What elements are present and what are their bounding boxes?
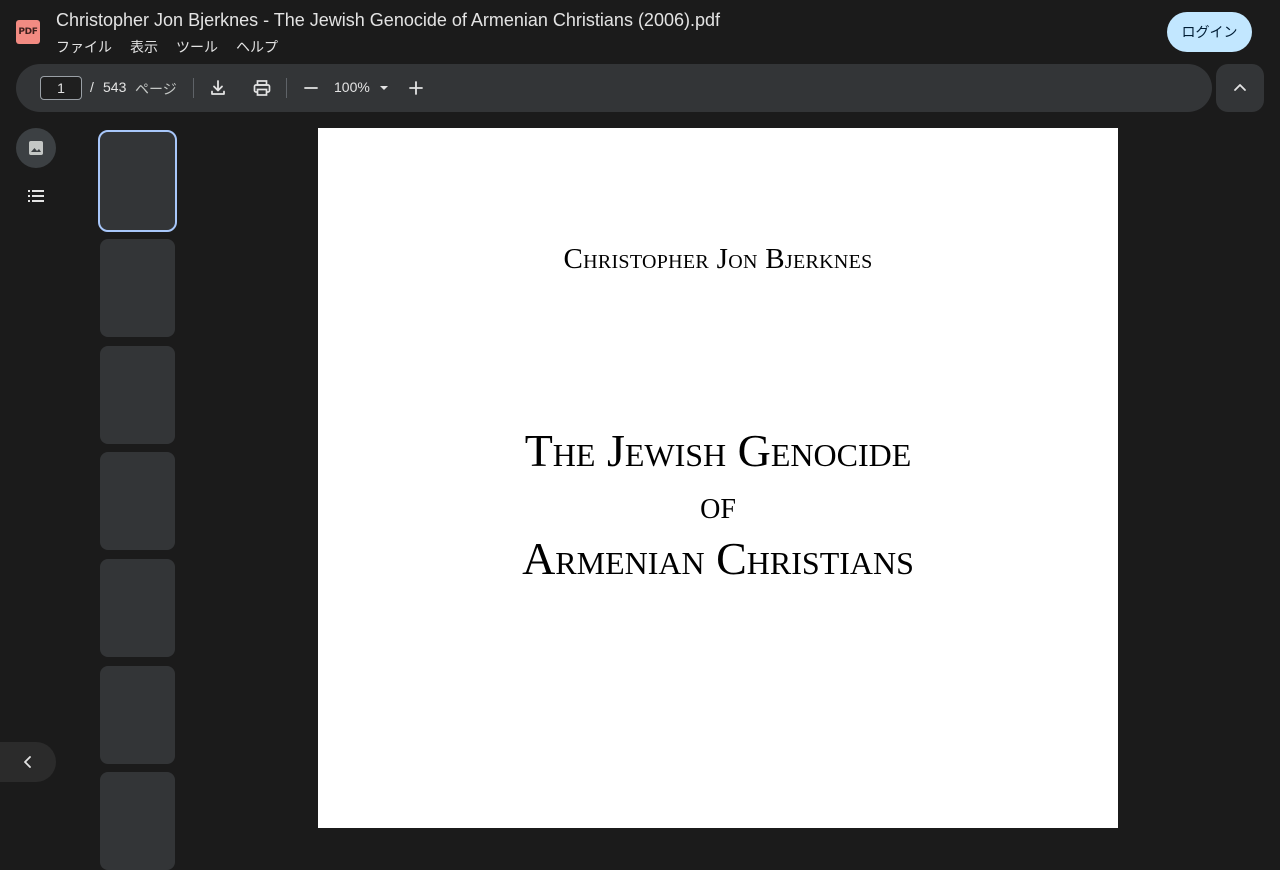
print-button[interactable] bbox=[246, 72, 278, 104]
title-line: Armenian Christians bbox=[522, 533, 914, 584]
zoom-level[interactable]: 100% bbox=[334, 79, 370, 95]
page-thumbnail[interactable] bbox=[100, 559, 175, 657]
download-icon bbox=[211, 80, 225, 95]
list-icon bbox=[28, 190, 44, 202]
toolbar-divider bbox=[193, 78, 194, 98]
app-header: PDF Christopher Jon Bjerknes - The Jewis… bbox=[0, 0, 1280, 64]
chevron-up-icon bbox=[1234, 84, 1246, 91]
menu-bar: ファイル 表示 ツール ヘルプ bbox=[56, 37, 287, 57]
page-thumbnail[interactable] bbox=[100, 346, 175, 444]
pdf-app-icon: PDF bbox=[16, 20, 40, 44]
page-thumbnail[interactable] bbox=[100, 452, 175, 550]
menu-tools[interactable]: ツール bbox=[167, 37, 227, 57]
page-separator: / bbox=[90, 79, 94, 95]
pdf-toolbar: / 543 ページ 100% bbox=[16, 64, 1212, 112]
outline-view-button[interactable] bbox=[16, 176, 56, 216]
menu-help[interactable]: ヘルプ bbox=[227, 37, 287, 57]
title-line: of bbox=[700, 482, 736, 527]
print-icon bbox=[253, 80, 271, 96]
plus-icon bbox=[409, 81, 423, 95]
menu-view[interactable]: 表示 bbox=[121, 37, 167, 57]
thumbnails-view-button[interactable] bbox=[16, 128, 56, 168]
image-icon bbox=[29, 141, 43, 155]
document-title: Christopher Jon Bjerknes - The Jewish Ge… bbox=[56, 10, 720, 30]
document-book-title: The Jewish Genocide of Armenian Christia… bbox=[318, 424, 1118, 586]
page-number-input[interactable] bbox=[40, 76, 82, 100]
page-thumbnail[interactable] bbox=[100, 772, 175, 870]
page-thumbnail[interactable] bbox=[100, 239, 175, 337]
menu-file[interactable]: ファイル bbox=[56, 37, 121, 57]
toolbar-divider bbox=[286, 78, 287, 98]
zoom-out-button[interactable] bbox=[295, 72, 327, 104]
download-button[interactable] bbox=[202, 72, 234, 104]
hide-sidebar-button[interactable] bbox=[0, 742, 56, 782]
pdf-page: Christopher Jon Bjerknes The Jewish Geno… bbox=[318, 128, 1118, 828]
page-thumbnail[interactable] bbox=[98, 130, 177, 232]
chevron-down-icon[interactable] bbox=[378, 82, 390, 94]
page-thumbnail[interactable] bbox=[100, 666, 175, 764]
title-line: The Jewish Genocide bbox=[524, 425, 912, 476]
total-pages: 543 bbox=[103, 79, 127, 95]
login-button[interactable]: ログイン bbox=[1167, 12, 1252, 52]
collapse-toolbar-button[interactable] bbox=[1216, 64, 1264, 112]
minus-icon bbox=[304, 87, 318, 89]
page-unit-label: ページ bbox=[135, 81, 177, 97]
document-author: Christopher Jon Bjerknes bbox=[563, 243, 873, 275]
chevron-left-icon bbox=[24, 756, 31, 768]
zoom-in-button[interactable] bbox=[400, 72, 432, 104]
